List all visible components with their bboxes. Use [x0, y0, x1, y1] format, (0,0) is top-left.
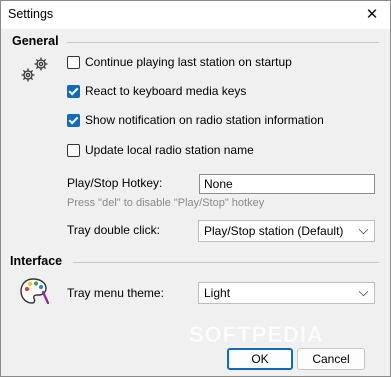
title-bar: Settings ✕ — [1, 1, 390, 29]
update-station-name-checkbox[interactable] — [67, 143, 80, 157]
option-show-notification[interactable]: Show notification on radio station infor… — [67, 112, 324, 128]
ok-button[interactable]: OK — [227, 348, 293, 370]
option-media-keys[interactable]: React to keyboard media keys — [67, 83, 246, 99]
double-click-label: Tray double click: — [67, 223, 160, 237]
show-notification-checkbox[interactable] — [67, 113, 80, 127]
update-station-name-label: Update local radio station name — [85, 143, 254, 157]
double-click-select[interactable]: Play/Stop station (Default) — [198, 220, 375, 242]
continue-playing-label: Continue playing last station on startup — [85, 55, 292, 69]
palette-icon — [20, 278, 49, 305]
hotkey-input[interactable] — [199, 174, 375, 194]
general-separator — [67, 42, 379, 43]
option-update-station-name[interactable]: Update local radio station name — [67, 142, 254, 158]
chevron-down-icon — [358, 224, 369, 235]
softpedia-watermark: SOFTPEDIA — [189, 322, 324, 347]
media-keys-label: React to keyboard media keys — [85, 84, 247, 98]
window-title: Settings — [8, 7, 54, 21]
hotkey-hint: Press "del" to disable "Play/Stop" hotke… — [67, 197, 265, 209]
double-click-value: Play/Stop station (Default) — [204, 224, 344, 238]
cancel-button[interactable]: Cancel — [297, 348, 365, 370]
gears-icon — [21, 57, 48, 82]
option-continue-playing[interactable]: Continue playing last station on startup — [67, 54, 292, 70]
close-button[interactable]: ✕ — [362, 5, 382, 25]
theme-value: Light — [204, 286, 231, 300]
show-notification-label: Show notification on radio station infor… — [85, 113, 324, 127]
continue-playing-checkbox[interactable] — [67, 55, 80, 69]
general-heading: General — [12, 34, 59, 48]
media-keys-checkbox[interactable] — [67, 84, 80, 98]
hotkey-label: Play/Stop Hotkey: — [67, 176, 163, 190]
chevron-down-icon — [358, 286, 369, 297]
theme-label: Tray menu theme: — [67, 286, 164, 300]
theme-select[interactable]: Light — [198, 282, 375, 304]
settings-window: Settings ✕ General Continue playing last… — [0, 0, 391, 377]
interface-heading: Interface — [10, 254, 63, 268]
interface-separator — [73, 262, 379, 263]
